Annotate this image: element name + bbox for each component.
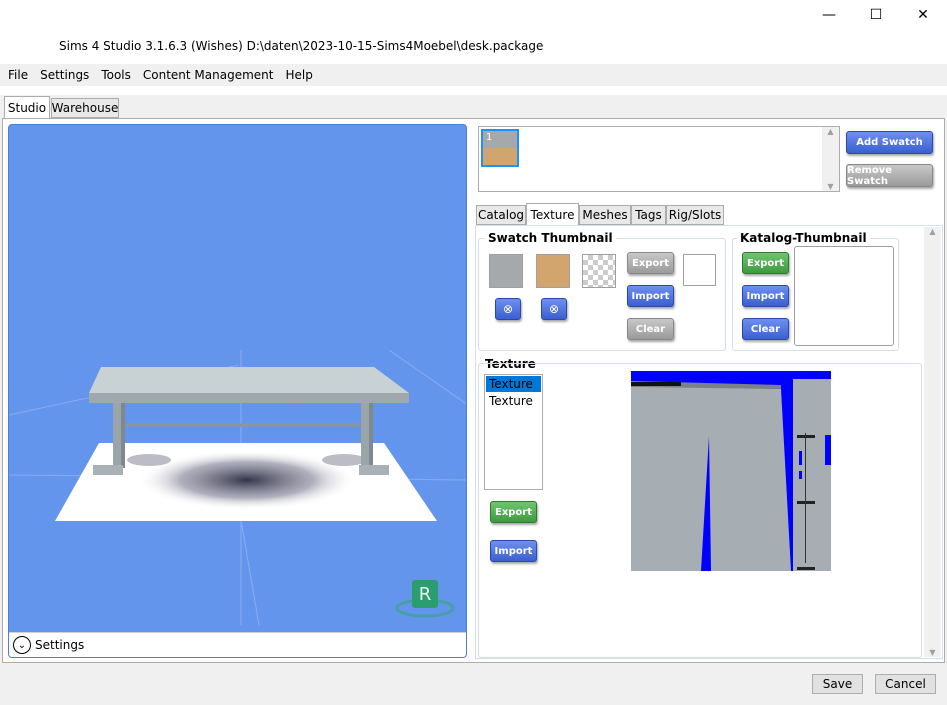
catalog-import-button[interactable]: Import [742, 285, 789, 307]
3d-viewport[interactable]: R ⌄ Settings [8, 124, 467, 658]
texture-list[interactable]: Texture Texture [484, 374, 543, 490]
swatch-thumbnail-gray[interactable] [489, 254, 523, 288]
scroll-up-icon[interactable]: ▲ [924, 227, 941, 236]
remove-color-tan-button[interactable]: ⊗ [541, 298, 567, 320]
close-button[interactable]: ✕ [900, 0, 946, 30]
swatch-thumbnail-transparent[interactable] [582, 254, 616, 288]
texture-export-button[interactable]: Export [490, 501, 537, 523]
menu-tools[interactable]: Tools [95, 68, 137, 82]
swatch-list[interactable]: 1 ▲ ▼ [478, 126, 840, 192]
texture-preview [631, 371, 831, 571]
catalog-export-button[interactable]: Export [742, 252, 789, 274]
texture-page-scrollbar[interactable]: ▲ ▼ [924, 227, 941, 657]
viewport-settings-bar[interactable]: ⌄ Settings [9, 632, 466, 657]
viewport-settings-label[interactable]: Settings [35, 638, 84, 652]
rig-badge-icon[interactable]: R [412, 580, 438, 608]
texture-import-button[interactable]: Import [490, 540, 537, 562]
swatch-thumbnail-tan[interactable] [536, 254, 570, 288]
swatch-item-label: 1 [486, 132, 493, 143]
swatch-thumbnail-preview [683, 254, 716, 286]
add-swatch-button[interactable]: Add Swatch [846, 131, 933, 154]
tab-meshes[interactable]: Meshes [579, 205, 631, 225]
maximize-button[interactable]: ☐ [853, 0, 899, 30]
remove-color-gray-button[interactable]: ⊗ [495, 298, 521, 320]
menu-settings[interactable]: Settings [34, 68, 95, 82]
desk-preview [9, 349, 466, 626]
tab-warehouse[interactable]: Warehouse [51, 98, 119, 118]
tab-rig-slots[interactable]: Rig/Slots [666, 205, 724, 225]
save-button[interactable]: Save [812, 674, 863, 694]
scroll-down-icon[interactable]: ▼ [822, 182, 839, 191]
menu-help[interactable]: Help [279, 68, 318, 82]
swatch-color-tan [483, 148, 517, 165]
swatch-thumbnail-title: Swatch Thumbnail [485, 231, 616, 245]
cancel-button[interactable]: Cancel [875, 674, 936, 694]
menu-bar: File Settings Tools Content Management H… [0, 64, 947, 86]
texture-list-item-selected[interactable]: Texture [486, 376, 541, 392]
catalog-clear-button[interactable]: Clear [742, 318, 789, 340]
chevron-down-icon[interactable]: ⌄ [13, 636, 31, 654]
window-title: Sims 4 Studio 3.1.6.3 (Wishes) D:\daten\… [59, 39, 544, 53]
minimize-button[interactable]: — [806, 0, 852, 30]
swatch-import-button[interactable]: Import [627, 285, 674, 307]
swatch-list-scrollbar[interactable]: ▲ ▼ [822, 127, 839, 191]
scroll-down-icon[interactable]: ▼ [924, 648, 941, 657]
title-bar: Sims 4 Studio 3.1.6.3 (Wishes) D:\daten\… [0, 0, 947, 64]
catalog-thumbnail-preview [794, 246, 894, 346]
tab-texture[interactable]: Texture [526, 203, 579, 225]
catalog-thumbnail-title: Katalog-Thumbnail [737, 231, 870, 245]
close-circle-icon: ⊗ [502, 302, 514, 316]
tab-studio[interactable]: Studio [4, 96, 50, 118]
remove-swatch-button[interactable]: Remove Swatch [846, 164, 933, 187]
menu-file[interactable]: File [0, 68, 34, 82]
texture-list-item[interactable]: Texture [486, 393, 541, 409]
tab-tags[interactable]: Tags [631, 205, 666, 225]
swatch-clear-button[interactable]: Clear [627, 318, 674, 340]
tab-catalog[interactable]: Catalog [476, 205, 526, 225]
scroll-up-icon[interactable]: ▲ [822, 127, 839, 136]
menu-content-management[interactable]: Content Management [137, 68, 280, 82]
close-circle-icon: ⊗ [548, 302, 560, 316]
swatch-export-button[interactable]: Export [627, 252, 674, 274]
swatch-list-item[interactable]: 1 [481, 129, 519, 167]
